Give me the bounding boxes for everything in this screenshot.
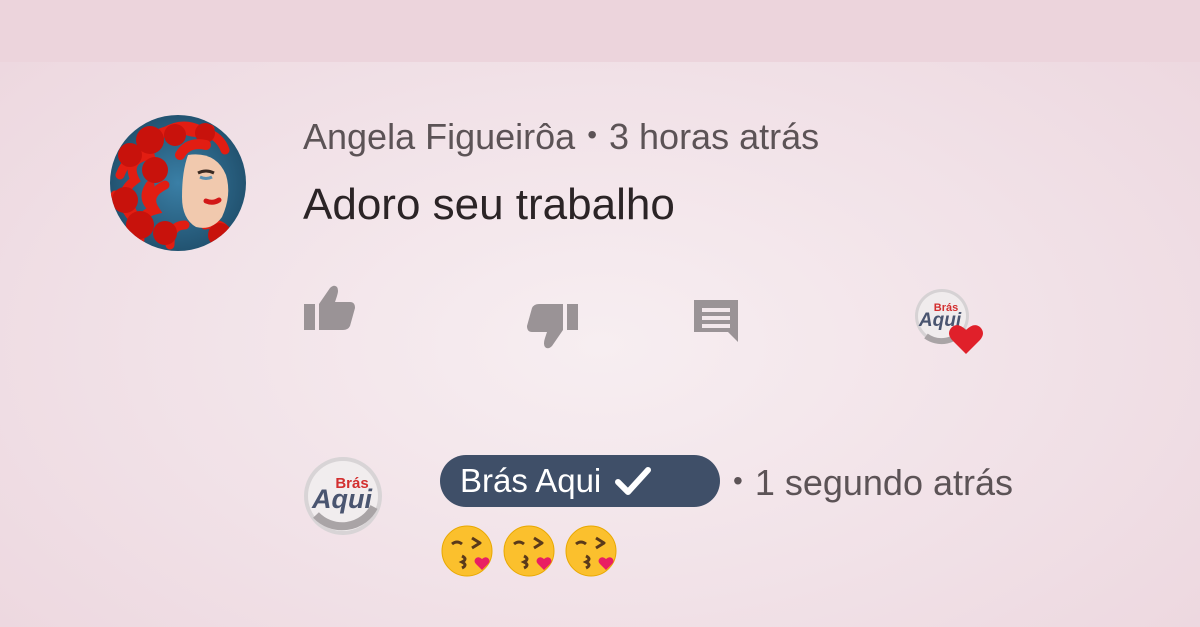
thumbs-up-icon bbox=[304, 285, 355, 330]
reply-comment-icon bbox=[694, 300, 738, 342]
top-band bbox=[0, 0, 1200, 62]
checkmark-icon bbox=[615, 466, 652, 496]
comment-text: Adoro seu trabalho bbox=[303, 180, 675, 229]
creator-heart-icon: Brás Aqui bbox=[915, 289, 983, 354]
comment-author[interactable]: Angela Figueirôa bbox=[303, 116, 575, 157]
comment-timestamp[interactable]: 3 horas atrás bbox=[609, 116, 819, 157]
reply-timestamp[interactable]: 1 segundo atrás bbox=[755, 462, 1013, 503]
kissing-face-emoji bbox=[503, 525, 555, 577]
like-button[interactable] bbox=[300, 282, 360, 336]
channel-logo-line2: Aqui bbox=[311, 484, 372, 514]
kissing-face-emoji bbox=[441, 525, 493, 577]
reply-button[interactable] bbox=[690, 296, 742, 346]
dislike-button[interactable] bbox=[522, 298, 582, 352]
channel-logo-icon: Brás Aqui bbox=[304, 457, 382, 535]
meta-separator: • bbox=[587, 119, 597, 150]
channel-name-badge[interactable]: Brás Aqui bbox=[440, 455, 720, 507]
creator-heart-badge[interactable]: Brás Aqui bbox=[912, 286, 984, 356]
reply-separator: • bbox=[733, 465, 743, 496]
comment-meta: Angela Figueirôa • 3 horas atrás bbox=[303, 116, 819, 158]
channel-name: Brás Aqui bbox=[460, 462, 602, 499]
reply-meta: • 1 segundo atrás bbox=[733, 462, 1013, 504]
kissing-face-emoji bbox=[565, 525, 617, 577]
user-avatar-image bbox=[110, 115, 246, 251]
commenter-avatar[interactable] bbox=[110, 115, 246, 251]
channel-avatar[interactable]: Brás Aqui bbox=[302, 455, 384, 537]
thumbs-down-icon bbox=[527, 304, 578, 349]
reply-text bbox=[440, 524, 618, 578]
